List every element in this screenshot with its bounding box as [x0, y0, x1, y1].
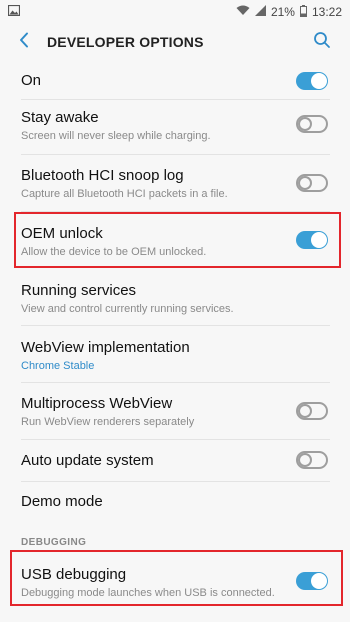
auto-update-toggle[interactable] — [296, 451, 328, 469]
stay-awake-toggle[interactable] — [296, 115, 328, 133]
setting-subtitle: Screen will never sleep while charging. — [21, 130, 211, 142]
setting-title: Running services — [21, 282, 137, 299]
image-icon — [7, 4, 21, 19]
setting-title: OEM unlock — [21, 225, 103, 242]
battery-icon — [299, 4, 307, 20]
wifi-icon — [236, 5, 250, 19]
divider — [21, 99, 330, 100]
toggle-knob — [298, 117, 312, 131]
master-switch-toggle[interactable] — [296, 72, 328, 90]
page-title: DEVELOPER OPTIONS — [47, 34, 204, 50]
setting-subtitle: Run WebView renderers separately — [21, 416, 195, 428]
battery-percent: 21% — [270, 5, 295, 19]
toggle-knob — [311, 73, 327, 89]
setting-title: Stay awake — [21, 109, 99, 126]
usb-debugging-toggle[interactable] — [296, 572, 328, 590]
back-button[interactable] — [12, 30, 36, 54]
setting-value: Chrome Stable — [21, 360, 95, 372]
divider — [21, 154, 330, 155]
status-bar: 21% 13:22 — [0, 0, 350, 24]
toggle-knob — [298, 176, 312, 190]
signal-icon — [254, 5, 266, 19]
setting-webview-implementation[interactable]: WebView implementation Chrome Stable — [0, 339, 350, 373]
toggle-knob — [298, 453, 312, 467]
master-switch-label: On — [21, 72, 42, 89]
setting-title: WebView implementation — [21, 339, 190, 356]
setting-title: USB debugging — [21, 566, 127, 583]
toggle-knob — [311, 232, 327, 248]
search-icon — [313, 31, 331, 54]
bluetooth-hci-toggle[interactable] — [296, 174, 328, 192]
divider — [21, 325, 330, 326]
setting-title: Bluetooth HCI snoop log — [21, 167, 184, 184]
setting-subtitle: Debugging mode launches when USB is conn… — [21, 587, 275, 599]
setting-subtitle: Allow the device to be OEM unlocked. — [21, 246, 207, 258]
divider — [21, 481, 330, 482]
divider — [21, 439, 330, 440]
search-button[interactable] — [310, 30, 334, 54]
toggle-knob — [311, 573, 327, 589]
chevron-left-icon — [18, 32, 30, 53]
setting-title: Auto update system — [21, 452, 154, 469]
toggle-knob — [298, 404, 312, 418]
setting-title: Multiprocess WebView — [21, 395, 173, 412]
section-header-debugging: DEBUGGING — [21, 537, 87, 548]
setting-subtitle: Capture all Bluetooth HCI packets in a f… — [21, 188, 228, 200]
setting-demo-mode[interactable]: Demo mode — [0, 493, 350, 511]
setting-running-services[interactable]: Running services View and control curren… — [0, 282, 350, 316]
divider — [21, 211, 330, 212]
clock: 13:22 — [311, 5, 342, 19]
setting-title: Demo mode — [21, 493, 103, 510]
oem-unlock-toggle[interactable] — [296, 231, 328, 249]
multiprocess-webview-toggle[interactable] — [296, 402, 328, 420]
divider — [21, 382, 330, 383]
app-bar: DEVELOPER OPTIONS — [0, 24, 350, 62]
setting-subtitle: View and control currently running servi… — [21, 303, 234, 315]
